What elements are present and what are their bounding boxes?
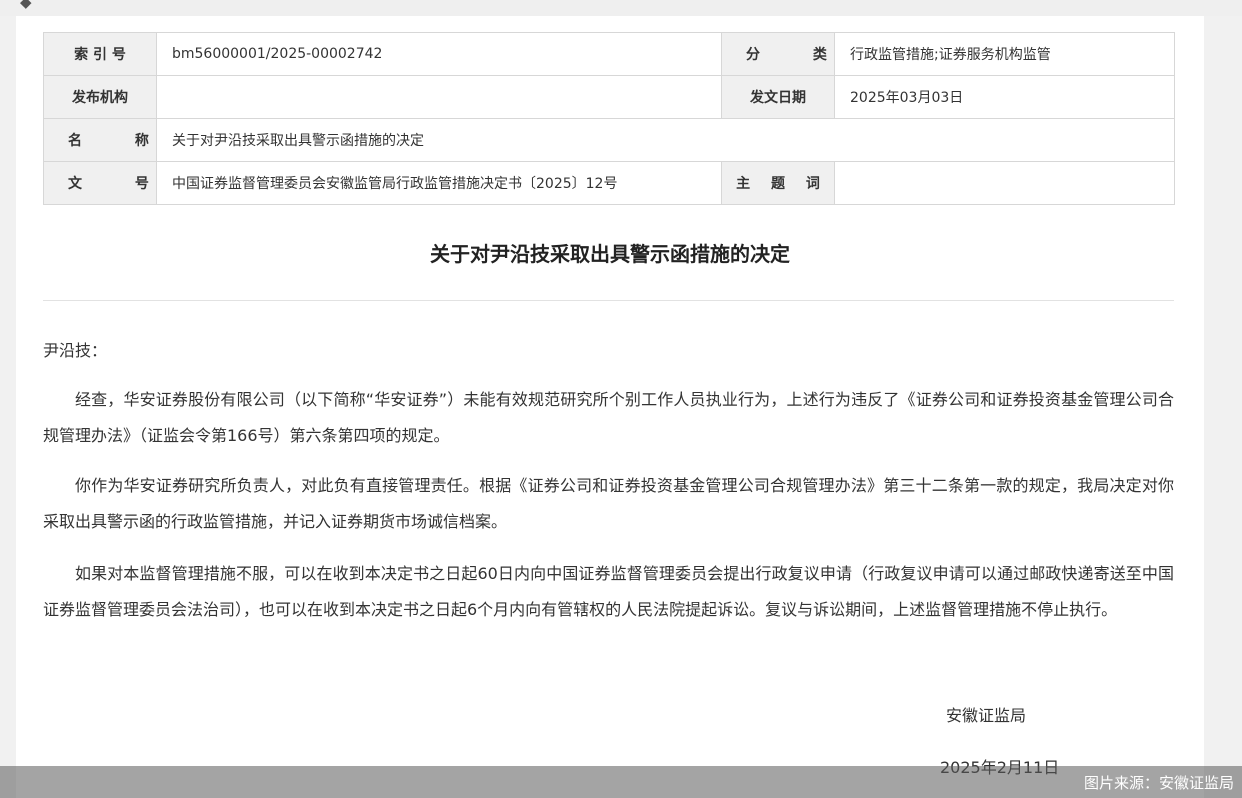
paragraph-appeal-rights: 如果对本监督管理措施不服，可以在收到本决定书之日起60日内向中国证券监督管理委员…: [43, 564, 1174, 619]
metadata-row-index: 索 引 号 bm56000001/2025-00002742 分 类 行政监管措…: [43, 32, 1175, 76]
subject-words-value: [834, 161, 1175, 205]
category-value: 行政监管措施;证券服务机构监管: [834, 32, 1175, 76]
index-number-value: bm56000001/2025-00002742: [156, 32, 722, 76]
image-credit-bar: 图片来源：安徽证监局: [0, 766, 1242, 798]
subject-words-label: 主 题 词: [721, 161, 835, 205]
image-credit: 图片来源：安徽证监局: [1083, 774, 1234, 792]
salutation: 尹沿技：: [43, 341, 108, 360]
metadata-table: 索 引 号 bm56000001/2025-00002742 分 类 行政监管措…: [43, 32, 1175, 205]
breadcrumb: ◆: [20, 0, 232, 11]
title-divider: [43, 300, 1174, 301]
metadata-row-publisher: 发布机构 发文日期 2025年03月03日: [43, 75, 1175, 119]
publisher-value: [156, 75, 722, 119]
document-page: 索 引 号 bm56000001/2025-00002742 分 类 行政监管措…: [16, 16, 1204, 798]
breadcrumb-strip: ◆: [0, 0, 1242, 16]
issuing-authority: 安徽证监局: [946, 706, 1027, 725]
publisher-label: 发布机构: [43, 75, 157, 119]
document-number-value: 中国证券监督管理委员会安徽监管局行政监管措施决定书〔2025〕12号: [156, 161, 722, 205]
paragraph-findings: 经查，华安证券股份有限公司（以下简称“华安证券”）未能有效规范研究所个别工作人员…: [43, 390, 1174, 445]
name-value: 关于对尹沿技采取出具警示函措施的决定: [156, 118, 1175, 162]
metadata-row-name: 名 称 关于对尹沿技采取出具警示函措施的决定: [43, 118, 1175, 162]
index-number-label: 索 引 号: [43, 32, 157, 76]
document-number-label: 文 号: [43, 161, 157, 205]
metadata-row-doc-number: 文 号 中国证券监督管理委员会安徽监管局行政监管措施决定书〔2025〕12号 主…: [43, 161, 1175, 205]
issue-date-label: 发文日期: [721, 75, 835, 119]
name-label: 名 称: [43, 118, 157, 162]
document-title: 关于对尹沿技采取出具警示函措施的决定: [430, 242, 790, 266]
issue-date-value: 2025年03月03日: [834, 75, 1175, 119]
category-label: 分 类: [721, 32, 835, 76]
paragraph-decision: 你作为华安证券研究所负责人，对此负有直接管理责任。根据《证券公司和证券投资基金管…: [43, 476, 1174, 531]
